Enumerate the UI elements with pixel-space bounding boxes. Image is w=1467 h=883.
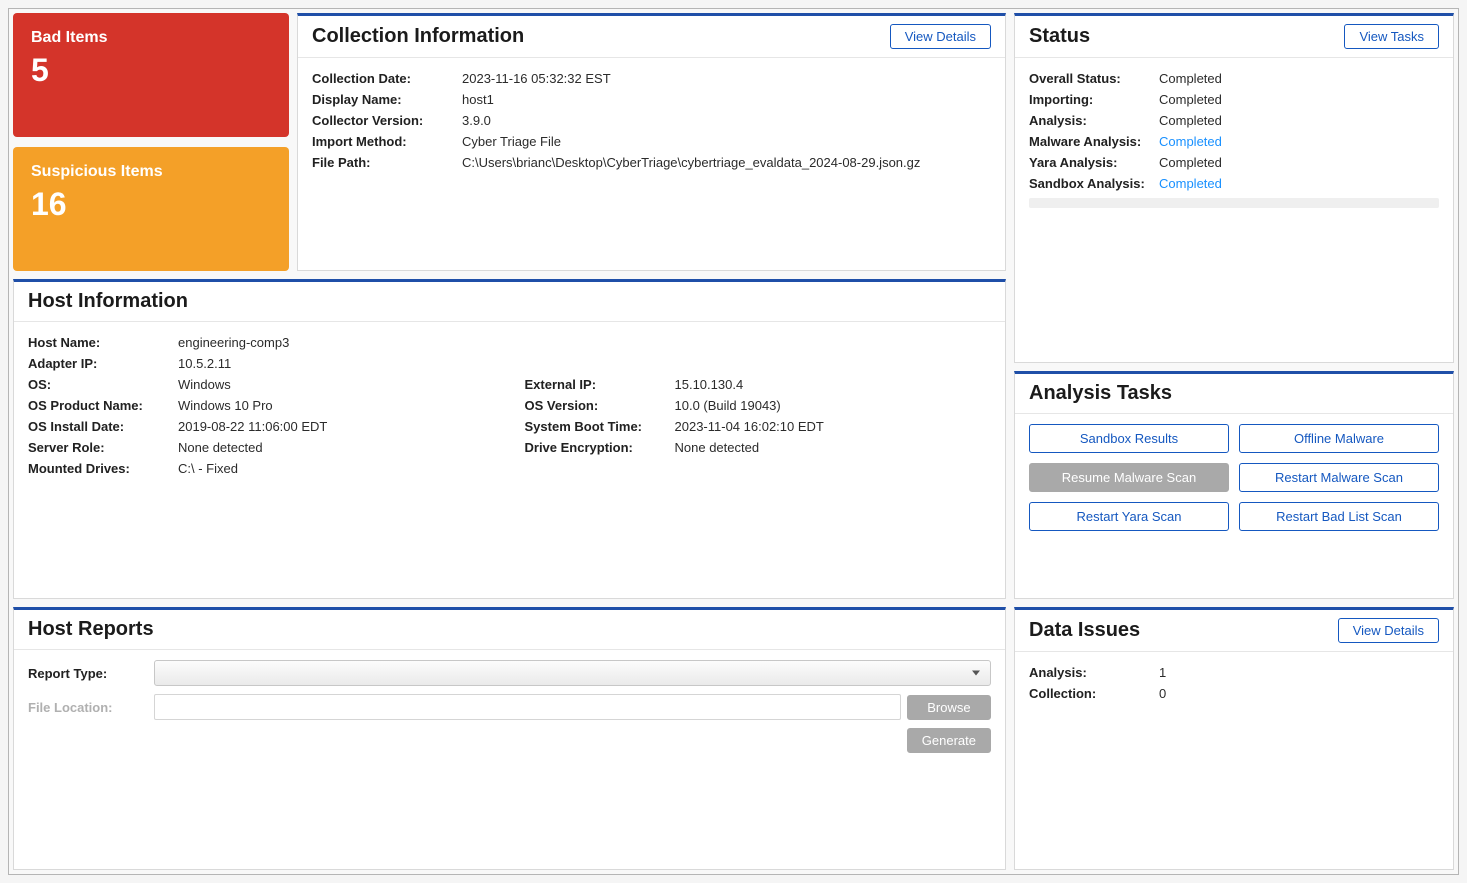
restart-malware-scan-button[interactable]: Restart Malware Scan xyxy=(1239,463,1439,492)
importing-label: Importing: xyxy=(1029,92,1159,107)
data-issues-card: Data Issues View Details Analysis:1 Coll… xyxy=(1014,607,1454,870)
boot-time-value: 2023-11-04 16:02:10 EDT xyxy=(675,419,992,434)
issues-collection-label: Collection: xyxy=(1029,686,1159,701)
os-product-label: OS Product Name: xyxy=(28,398,178,413)
hostname-value: engineering-comp3 xyxy=(178,335,991,350)
data-issues-view-details-button[interactable]: View Details xyxy=(1338,618,1439,643)
browse-button[interactable]: Browse xyxy=(907,695,991,720)
hostname-label: Host Name: xyxy=(28,335,178,350)
issues-analysis-label: Analysis: xyxy=(1029,665,1159,680)
suspicious-items-label: Suspicious Items xyxy=(31,163,271,181)
overall-status-value: Completed xyxy=(1159,71,1439,86)
os-version-label: OS Version: xyxy=(525,398,675,413)
mounted-drives-value: C:\ - Fixed xyxy=(178,461,495,476)
sandbox-analysis-label: Sandbox Analysis: xyxy=(1029,176,1159,191)
sandbox-results-button[interactable]: Sandbox Results xyxy=(1029,424,1229,453)
server-role-value: None detected xyxy=(178,440,495,455)
collection-info-title: Collection Information xyxy=(312,25,524,48)
adapter-ip-label: Adapter IP: xyxy=(28,356,178,371)
status-progress-bar xyxy=(1029,198,1439,208)
external-ip-label: External IP: xyxy=(525,377,675,392)
analysis-tasks-card: Analysis Tasks Sandbox Results Offline M… xyxy=(1014,371,1454,599)
external-ip-value: 15.10.130.4 xyxy=(675,377,992,392)
collector-version-label: Collector Version: xyxy=(312,113,462,128)
os-install-value: 2019-08-22 11:06:00 EDT xyxy=(178,419,495,434)
host-reports-title: Host Reports xyxy=(28,618,154,641)
resume-malware-scan-button[interactable]: Resume Malware Scan xyxy=(1029,463,1229,492)
collector-version-value: 3.9.0 xyxy=(462,113,991,128)
right-column: Status View Tasks Overall Status:Complet… xyxy=(1014,13,1454,870)
display-name-value: host1 xyxy=(462,92,991,107)
status-card: Status View Tasks Overall Status:Complet… xyxy=(1014,13,1454,363)
file-location-input[interactable] xyxy=(154,694,901,720)
collection-date-value: 2023-11-16 05:32:32 EST xyxy=(462,71,991,86)
view-details-button[interactable]: View Details xyxy=(890,24,991,49)
view-tasks-button[interactable]: View Tasks xyxy=(1344,24,1439,49)
file-path-label: File Path: xyxy=(312,155,462,170)
bad-items-count: 5 xyxy=(31,53,271,88)
suspicious-items-tile[interactable]: Suspicious Items 16 xyxy=(13,147,289,271)
collection-info-card: Collection Information View Details Coll… xyxy=(297,13,1006,271)
import-method-label: Import Method: xyxy=(312,134,462,149)
issues-collection-value: 0 xyxy=(1159,686,1439,701)
mounted-drives-label: Mounted Drives: xyxy=(28,461,178,476)
server-role-label: Server Role: xyxy=(28,440,178,455)
report-type-label: Report Type: xyxy=(28,666,148,681)
os-value: Windows xyxy=(178,377,495,392)
import-method-value: Cyber Triage File xyxy=(462,134,991,149)
sandbox-analysis-value[interactable]: Completed xyxy=(1159,176,1439,191)
analysis-status-label: Analysis: xyxy=(1029,113,1159,128)
summary-tiles: Bad Items 5 Suspicious Items 16 xyxy=(13,13,289,271)
data-issues-title: Data Issues xyxy=(1029,619,1140,642)
file-path-value: C:\Users\brianc\Desktop\CyberTriage\cybe… xyxy=(462,155,991,170)
offline-malware-button[interactable]: Offline Malware xyxy=(1239,424,1439,453)
boot-time-label: System Boot Time: xyxy=(525,419,675,434)
status-title: Status xyxy=(1029,25,1090,48)
issues-analysis-value: 1 xyxy=(1159,665,1439,680)
malware-analysis-value[interactable]: Completed xyxy=(1159,134,1439,149)
os-label: OS: xyxy=(28,377,178,392)
restart-yara-scan-button[interactable]: Restart Yara Scan xyxy=(1029,502,1229,531)
importing-value: Completed xyxy=(1159,92,1439,107)
analysis-status-value: Completed xyxy=(1159,113,1439,128)
bad-items-label: Bad Items xyxy=(31,29,271,47)
host-info-title: Host Information xyxy=(28,290,188,313)
yara-analysis-label: Yara Analysis: xyxy=(1029,155,1159,170)
os-install-label: OS Install Date: xyxy=(28,419,178,434)
drive-encryption-label: Drive Encryption: xyxy=(525,440,675,455)
drive-encryption-value: None detected xyxy=(675,440,992,455)
adapter-ip-value: 10.5.2.11 xyxy=(178,356,991,371)
overall-status-label: Overall Status: xyxy=(1029,71,1159,86)
os-product-value: Windows 10 Pro xyxy=(178,398,495,413)
suspicious-items-count: 16 xyxy=(31,187,271,222)
bad-items-tile[interactable]: Bad Items 5 xyxy=(13,13,289,137)
malware-analysis-label: Malware Analysis: xyxy=(1029,134,1159,149)
host-reports-card: Host Reports Report Type: File Location:… xyxy=(13,607,1006,870)
analysis-tasks-title: Analysis Tasks xyxy=(1029,382,1172,405)
host-info-card: Host Information Host Name:engineering-c… xyxy=(13,279,1006,599)
restart-bad-list-scan-button[interactable]: Restart Bad List Scan xyxy=(1239,502,1439,531)
report-type-select[interactable] xyxy=(154,660,991,686)
left-column: Bad Items 5 Suspicious Items 16 Collecti… xyxy=(13,13,1006,870)
file-location-label: File Location: xyxy=(28,700,148,715)
display-name-label: Display Name: xyxy=(312,92,462,107)
yara-analysis-value: Completed xyxy=(1159,155,1439,170)
dashboard: Bad Items 5 Suspicious Items 16 Collecti… xyxy=(8,8,1459,875)
generate-button[interactable]: Generate xyxy=(907,728,991,753)
os-version-value: 10.0 (Build 19043) xyxy=(675,398,992,413)
collection-date-label: Collection Date: xyxy=(312,71,462,86)
top-row: Bad Items 5 Suspicious Items 16 Collecti… xyxy=(13,13,1006,271)
